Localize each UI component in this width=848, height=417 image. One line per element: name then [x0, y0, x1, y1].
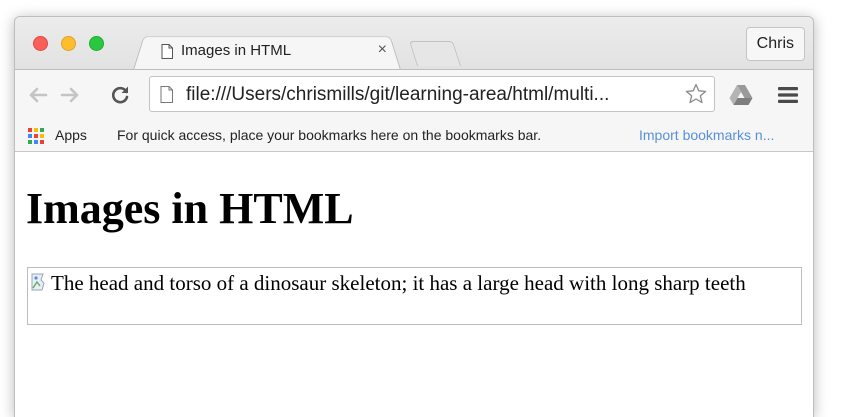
google-drive-icon[interactable]: [729, 84, 753, 106]
page-content: Images in HTML The head and torso of a d…: [15, 152, 813, 417]
title-bar: Images in HTML × Chris: [15, 17, 813, 70]
image-alt-text: The head and torso of a dinosaur skeleto…: [51, 271, 746, 295]
broken-image: The head and torso of a dinosaur skeleto…: [27, 267, 802, 325]
page-icon: [160, 86, 173, 103]
bookmarks-bar: Apps For quick access, place your bookma…: [15, 119, 813, 152]
hamburger-menu-icon[interactable]: [777, 85, 799, 105]
close-window-button[interactable]: [33, 36, 48, 51]
new-tab-button[interactable]: [408, 41, 462, 66]
apps-grid-icon[interactable]: [27, 127, 45, 145]
page-icon: [161, 44, 173, 59]
toolbar: file:///Users/chrismills/git/learning-ar…: [15, 69, 813, 120]
back-arrow-icon[interactable]: [27, 84, 49, 106]
forward-arrow-icon[interactable]: [59, 84, 81, 106]
import-bookmarks-link[interactable]: Import bookmarks n...: [639, 119, 774, 151]
minimize-window-button[interactable]: [61, 36, 76, 51]
page-heading: Images in HTML: [26, 184, 354, 233]
apps-link[interactable]: Apps: [55, 119, 87, 151]
broken-image-icon: [31, 273, 45, 291]
tab-title: Images in HTML: [181, 42, 292, 59]
bookmarks-hint: For quick access, place your bookmarks h…: [117, 127, 542, 143]
browser-window: Images in HTML × Chris file:///Users/chr…: [14, 16, 814, 417]
url-text[interactable]: file:///Users/chrismills/git/learning-ar…: [186, 85, 609, 105]
reload-icon[interactable]: [109, 84, 131, 106]
profile-button[interactable]: Chris: [745, 27, 805, 61]
maximize-window-button[interactable]: [89, 36, 104, 51]
address-bar[interactable]: file:///Users/chrismills/git/learning-ar…: [149, 76, 715, 112]
close-tab-icon[interactable]: ×: [378, 41, 387, 59]
tab-images-in-html[interactable]: Images in HTML ×: [133, 33, 401, 70]
star-icon[interactable]: [684, 82, 708, 106]
